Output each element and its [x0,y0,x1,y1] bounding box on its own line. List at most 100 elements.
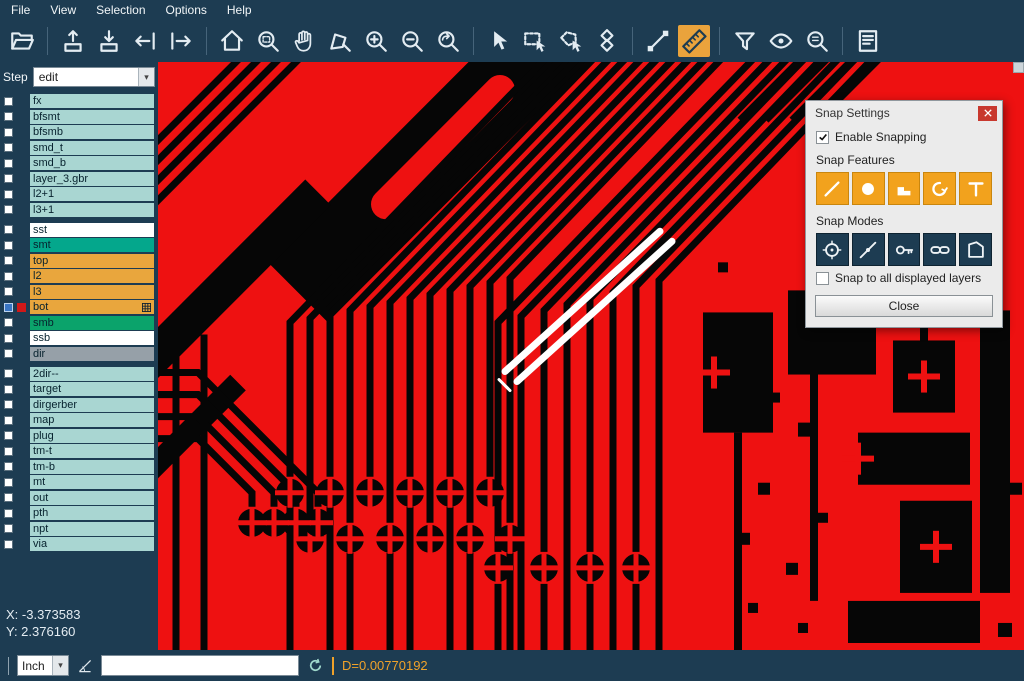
checkbox-icon[interactable] [816,272,829,285]
corner-snap-icon[interactable] [888,172,921,205]
layer-row-npt[interactable]: npt [0,522,158,536]
layer-row-tm-b[interactable]: tm-b [0,460,158,474]
layer-label[interactable]: mt [30,475,154,489]
arc-snap-icon[interactable] [923,172,956,205]
menu-item-options[interactable]: Options [157,1,216,19]
find-icon[interactable] [801,25,833,57]
pcb-canvas[interactable]: Snap Settings Enable Snapping Snap Featu… [158,62,1024,650]
scrollbar-button[interactable] [1013,62,1024,73]
layer-row-sst[interactable]: sst [0,223,158,237]
layer-row-l2[interactable]: l2 [0,269,158,283]
menu-item-help[interactable]: Help [218,1,261,19]
layer-row-smb[interactable]: smb [0,316,158,330]
layer-label[interactable]: bfsmt [30,110,154,124]
layer-checkbox[interactable] [4,128,13,137]
layer-label[interactable]: sst [30,223,154,237]
layer-checkbox[interactable] [4,509,13,518]
chain-snap-icon[interactable] [923,233,956,266]
layer-row-pth[interactable]: pth [0,506,158,520]
layer-row-dir[interactable]: dir [0,347,158,361]
measure-icon[interactable] [678,25,710,57]
layer-checkbox[interactable] [4,318,13,327]
pan-hand-icon[interactable] [288,25,320,57]
layer-label[interactable]: smd_b [30,156,154,170]
layer-row-smt[interactable]: smt [0,238,158,252]
layer-label[interactable]: smt [30,238,154,252]
layer-checkbox[interactable] [4,303,13,312]
layer-checkbox[interactable] [4,174,13,183]
layer-checkbox[interactable] [4,524,13,533]
layer-label[interactable]: via [30,537,154,551]
chevron-down-icon[interactable]: ▾ [52,656,68,675]
layer-checkbox[interactable] [4,112,13,121]
layer-label[interactable]: 2dir-- [30,367,154,381]
layer-label[interactable]: map [30,413,154,427]
home-icon[interactable] [216,25,248,57]
layer-label[interactable]: target [30,382,154,396]
layer-row-2dir--[interactable]: 2dir-- [0,367,158,381]
zoom-in-icon[interactable] [360,25,392,57]
menu-item-file[interactable]: File [2,1,39,19]
layer-label[interactable]: smb [30,316,154,330]
import-up-icon[interactable] [57,25,89,57]
contour-snap-icon[interactable] [959,233,992,266]
angle-tool-icon[interactable] [77,658,93,674]
layer-row-plug[interactable]: plug [0,429,158,443]
select-rectangle-icon[interactable] [519,25,551,57]
layer-label[interactable]: bot [30,300,154,314]
online-snap-icon[interactable] [852,233,885,266]
command-input[interactable] [101,655,299,676]
text-snap-icon[interactable] [959,172,992,205]
dialog-title-bar[interactable]: Snap Settings [806,101,1002,125]
layer-checkbox[interactable] [4,349,13,358]
step-right-icon[interactable] [165,25,197,57]
layer-row-bfsmt[interactable]: bfsmt [0,110,158,124]
line-snap-icon[interactable] [816,172,849,205]
zoom-window-icon[interactable] [252,25,284,57]
layer-checkbox[interactable] [4,540,13,549]
layer-row-bfsmb[interactable]: bfsmb [0,125,158,139]
layer-label[interactable]: bfsmb [30,125,154,139]
layer-checkbox[interactable] [4,159,13,168]
layer-row-tm-t[interactable]: tm-t [0,444,158,458]
layer-checkbox[interactable] [4,241,13,250]
unit-select[interactable]: Inch ▾ [17,655,69,676]
layer-checkbox[interactable] [4,462,13,471]
filter-icon[interactable] [729,25,761,57]
layer-label[interactable]: smd_t [30,141,154,155]
layer-checkbox[interactable] [4,190,13,199]
center-snap-icon[interactable] [816,233,849,266]
refresh-icon[interactable] [307,657,324,674]
layer-checkbox[interactable] [4,334,13,343]
layer-checkbox[interactable] [4,369,13,378]
layer-checkbox[interactable] [4,400,13,409]
layer-checkbox[interactable] [4,447,13,456]
enable-snapping-checkbox[interactable]: Enable Snapping [816,130,992,144]
zoom-out-icon[interactable] [396,25,428,57]
layer-row-ssb[interactable]: ssb [0,331,158,345]
layer-label[interactable]: l2+1 [30,187,154,201]
report-icon[interactable] [852,25,884,57]
layer-label[interactable]: top [30,254,154,268]
layer-label[interactable]: dirgerber [30,398,154,412]
layer-checkbox[interactable] [4,97,13,106]
layer-row-smd_t[interactable]: smd_t [0,141,158,155]
layer-checkbox[interactable] [4,431,13,440]
layer-checkbox[interactable] [4,205,13,214]
layer-label[interactable]: l3+1 [30,203,154,217]
layer-label[interactable]: out [30,491,154,505]
layer-row-layer_3.gbr[interactable]: layer_3.gbr [0,172,158,186]
layer-label[interactable]: tm-b [30,460,154,474]
layer-label[interactable]: dir [30,347,154,361]
all-layers-checkbox[interactable]: Snap to all displayed layers [816,271,992,285]
select-layers-icon[interactable] [591,25,623,57]
layer-checkbox[interactable] [4,272,13,281]
layer-checkbox[interactable] [4,416,13,425]
open-folder-icon[interactable] [6,25,38,57]
import-down-icon[interactable] [93,25,125,57]
layer-checkbox[interactable] [4,478,13,487]
layer-label[interactable]: tm-t [30,444,154,458]
layer-checkbox[interactable] [4,143,13,152]
select-pointer-icon[interactable] [483,25,515,57]
layer-label[interactable]: layer_3.gbr [30,172,154,186]
